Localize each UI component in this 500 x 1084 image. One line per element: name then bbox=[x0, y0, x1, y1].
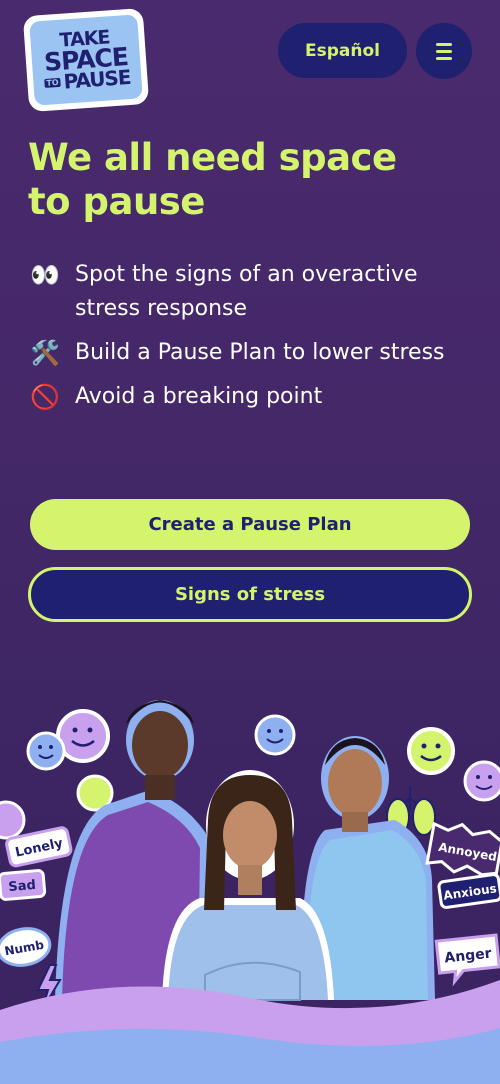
logo-wordmark: TAKE SPACE TO PAUSE bbox=[29, 14, 143, 106]
site-header: TAKE SPACE TO PAUSE Español bbox=[0, 0, 500, 113]
smiley-sticker-icon bbox=[0, 800, 26, 840]
sad-sticker: Sad bbox=[0, 869, 47, 901]
logo-word-to: TO bbox=[44, 77, 61, 88]
anxious-sticker: Anxious bbox=[437, 873, 500, 909]
feature-text: Spot the signs of an overactive stress r… bbox=[75, 262, 418, 321]
smiley-sticker-icon bbox=[26, 731, 66, 771]
feature-item-spot-signs: 👀 Spot the signs of an overactive stress… bbox=[30, 258, 480, 326]
eyes-icon: 👀 bbox=[30, 261, 60, 289]
feature-text: Build a Pause Plan to lower stress bbox=[75, 340, 445, 365]
logo-word-pause: PAUSE bbox=[62, 65, 132, 94]
hamburger-icon bbox=[436, 42, 452, 46]
anger-sticker: Anger bbox=[434, 933, 500, 987]
no-entry-icon: 🚫 bbox=[30, 383, 60, 411]
sad-sticker-label: Sad bbox=[8, 878, 37, 895]
feature-list: 👀 Spot the signs of an overactive stress… bbox=[30, 258, 480, 424]
annoyed-sticker: Annoyed bbox=[425, 821, 500, 877]
feature-text: Avoid a breaking point bbox=[75, 384, 323, 409]
numb-sticker: Numb bbox=[0, 927, 52, 967]
feature-item-pause-plan: 🛠️ Build a Pause Plan to lower stress bbox=[30, 336, 480, 370]
menu-button[interactable] bbox=[416, 23, 472, 79]
create-pause-plan-button[interactable]: Create a Pause Plan bbox=[30, 499, 470, 550]
signs-of-stress-button[interactable]: Signs of stress bbox=[28, 567, 472, 622]
take-space-to-pause-logo[interactable]: TAKE SPACE TO PAUSE bbox=[22, 7, 150, 113]
smiley-sticker-icon bbox=[407, 727, 455, 775]
hero-title: We all need space to pause bbox=[28, 136, 397, 223]
hamburger-icon-line bbox=[436, 56, 452, 60]
smiley-sticker-icon bbox=[56, 709, 110, 763]
tools-icon: 🛠️ bbox=[30, 339, 60, 367]
teens-with-emotion-stickers: Lonely Sad Numb Annoyed Anxious Anger bbox=[0, 700, 500, 1084]
language-toggle-button[interactable]: Español bbox=[278, 23, 407, 78]
hero-illustration: Lonely Sad Numb Annoyed Anxious Anger bbox=[0, 680, 500, 1084]
feature-item-breaking-point: 🚫 Avoid a breaking point bbox=[30, 380, 480, 414]
smiley-sticker-icon bbox=[463, 760, 500, 802]
smiley-sticker-icon bbox=[254, 714, 296, 756]
hamburger-icon-line bbox=[436, 49, 452, 53]
